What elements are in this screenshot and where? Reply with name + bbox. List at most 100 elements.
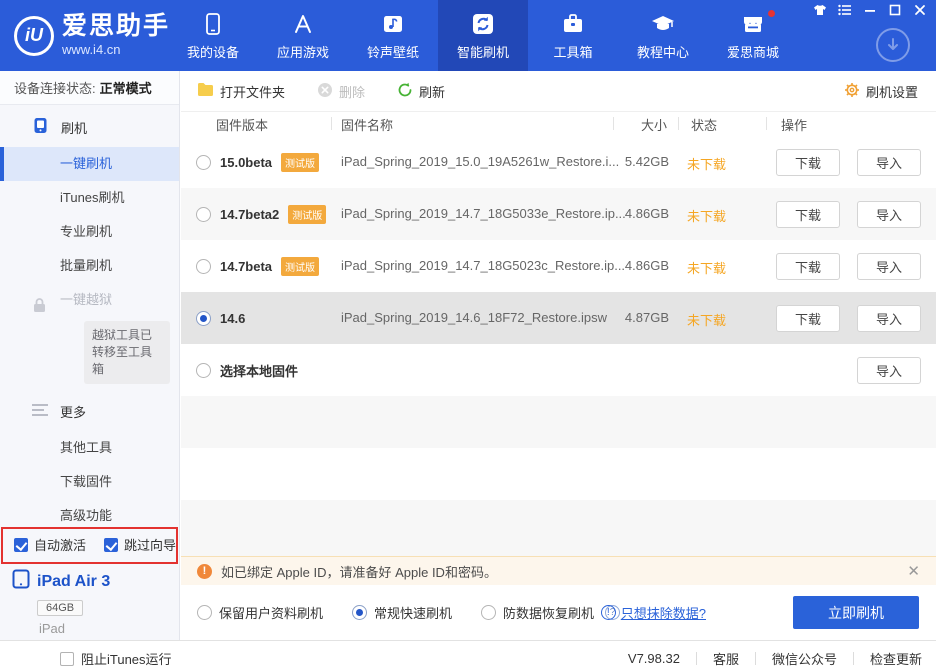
- auto-activate-checkbox[interactable]: 自动激活: [14, 535, 86, 554]
- firmware-status: 未下载: [687, 310, 726, 329]
- download-button[interactable]: 下载: [776, 149, 840, 176]
- checkbox-checked-icon: [104, 538, 118, 552]
- skip-setup-checkbox[interactable]: 跳过向导: [104, 535, 176, 554]
- download-button[interactable]: 下载: [776, 201, 840, 228]
- download-manager-button[interactable]: [876, 28, 910, 62]
- nav-smart-flash[interactable]: 智能刷机: [438, 0, 528, 71]
- skin-icon[interactable]: [812, 3, 828, 17]
- import-button[interactable]: 导入: [857, 149, 921, 176]
- sidebar-item-label: iTunes刷机: [60, 190, 125, 205]
- firmware-row: 14.7beta 测试版 iPad_Spring_2019_14.7_18G50…: [181, 240, 936, 292]
- sidebar-section-flash: 刷机: [0, 105, 179, 147]
- download-button[interactable]: 下载: [776, 305, 840, 332]
- sidebar-item-itunes-flash[interactable]: iTunes刷机: [0, 181, 179, 215]
- firmware-radio-selected[interactable]: [196, 311, 211, 326]
- device-name: iPad Air 3: [37, 573, 110, 591]
- nav-toolbox[interactable]: 工具箱: [528, 0, 618, 71]
- firmware-radio[interactable]: [196, 259, 211, 274]
- erase-data-link[interactable]: ! 只想抹除数据?: [601, 603, 706, 622]
- nav-label: 爱思商城: [727, 42, 779, 61]
- flash-settings-button[interactable]: 刷机设置: [844, 82, 918, 101]
- nav-apps-games[interactable]: 应用游戏: [258, 0, 348, 71]
- firmware-version: 14.6: [220, 311, 245, 326]
- smart-flash-icon: [470, 11, 496, 37]
- sidebar-item-batch-flash[interactable]: 批量刷机: [0, 249, 179, 283]
- main-panel: 打开文件夹 删除 刷新 刷机设置 固件版本 固件名称 大小 状态 操作: [181, 71, 936, 640]
- notice-close-icon[interactable]: ✕: [907, 562, 920, 580]
- sidebar-item-download-firmware[interactable]: 下载固件: [0, 465, 179, 499]
- connection-status-value: 正常模式: [100, 78, 152, 97]
- maximize-icon[interactable]: [887, 3, 903, 17]
- minimize-icon[interactable]: [862, 3, 878, 17]
- checkbox-unchecked-icon: [60, 652, 74, 666]
- block-itunes-checkbox[interactable]: 阻止iTunes运行: [60, 649, 172, 668]
- wechat-link[interactable]: 微信公众号: [772, 649, 837, 668]
- normal-fast-flash-radio[interactable]: 常规快速刷机: [352, 603, 452, 622]
- empty-stripe: [181, 396, 936, 448]
- nav-my-device[interactable]: 我的设备: [168, 0, 258, 71]
- firmware-radio[interactable]: [196, 155, 211, 170]
- nav-label: 我的设备: [187, 42, 239, 61]
- radio-selected-icon: [352, 605, 367, 620]
- firmware-filename: iPad_Spring_2019_14.7_18G5023c_Restore.i…: [341, 258, 625, 273]
- store-icon: [740, 11, 766, 37]
- app-url: www.i4.cn: [62, 42, 170, 57]
- device-capacity-badge: 64GB: [37, 600, 83, 616]
- import-button[interactable]: 导入: [857, 305, 921, 332]
- hamburger-icon: [32, 404, 48, 419]
- toolbox-icon: [560, 11, 586, 37]
- sidebar-item-one-click-flash[interactable]: 一键刷机: [0, 147, 179, 181]
- import-button[interactable]: 导入: [857, 253, 921, 280]
- keep-data-flash-radio[interactable]: 保留用户资料刷机: [197, 603, 323, 622]
- nav-store[interactable]: 爱思商城: [708, 0, 798, 71]
- sidebar-item-label: 高级功能: [60, 508, 112, 523]
- checkbox-label: 自动激活: [34, 535, 86, 554]
- ringtone-icon: [380, 11, 406, 37]
- jailbreak-moved-note: 越狱工具已转移至工具箱: [84, 321, 170, 384]
- delete-label: 删除: [339, 82, 365, 101]
- nav-label: 应用游戏: [277, 42, 329, 61]
- firmware-radio[interactable]: [196, 207, 211, 222]
- menu-icon[interactable]: [837, 3, 853, 17]
- sidebar-item-pro-flash[interactable]: 专业刷机: [0, 215, 179, 249]
- nav-label: 铃声壁纸: [367, 42, 419, 61]
- firmware-filename: iPad_Spring_2019_14.6_18F72_Restore.ipsw: [341, 310, 607, 325]
- nav-label: 工具箱: [553, 42, 592, 61]
- erase-link-text: 只想抹除数据?: [621, 603, 706, 622]
- refresh-icon: [397, 82, 413, 101]
- open-folder-button[interactable]: 打开文件夹: [197, 82, 285, 101]
- sidebar-item-label: 批量刷机: [60, 258, 112, 273]
- logo-i4-icon: iU: [14, 16, 54, 56]
- appstore-icon: [290, 11, 316, 37]
- import-button[interactable]: 导入: [857, 357, 921, 384]
- download-button[interactable]: 下载: [776, 253, 840, 280]
- connection-status-label: 设备连接状态:: [14, 78, 96, 97]
- refresh-button[interactable]: 刷新: [397, 82, 445, 101]
- flash-phone-icon: [32, 117, 49, 137]
- firmware-radio[interactable]: [196, 363, 211, 378]
- empty-stripe: [181, 500, 936, 556]
- refresh-label: 刷新: [419, 82, 445, 101]
- tutorial-icon: [650, 11, 676, 37]
- firmware-toolbar: 打开文件夹 删除 刷新 刷机设置: [181, 71, 936, 112]
- import-button[interactable]: 导入: [857, 201, 921, 228]
- block-itunes-label: 阻止iTunes运行: [81, 649, 172, 668]
- flash-now-button[interactable]: 立即刷机: [793, 596, 919, 629]
- sidebar-item-other-tools[interactable]: 其他工具: [0, 431, 179, 465]
- close-icon[interactable]: [912, 3, 928, 17]
- beta-badge: 测试版: [281, 153, 319, 172]
- check-update-link[interactable]: 检查更新: [870, 649, 922, 668]
- nav-tutorials[interactable]: 教程中心: [618, 0, 708, 71]
- app-header: iU 爱思助手 www.i4.cn 我的设备 应用游戏 铃声壁纸: [0, 0, 936, 71]
- status-bar: 阻止iTunes运行 V7.98.32 客服 微信公众号 检查更新: [0, 640, 936, 672]
- col-status: 状态: [691, 115, 717, 134]
- sidebar-section-label: 更多: [60, 402, 86, 421]
- anti-recovery-flash-radio[interactable]: 防数据恢复刷机 ?: [481, 603, 620, 622]
- firmware-status: 未下载: [687, 258, 726, 277]
- nav-ringtones[interactable]: 铃声壁纸: [348, 0, 438, 71]
- support-link[interactable]: 客服: [713, 649, 739, 668]
- firmware-status: 未下载: [687, 154, 726, 173]
- store-notification-dot: [767, 9, 776, 18]
- firmware-status: 未下载: [687, 206, 726, 225]
- info-icon: !: [601, 605, 616, 620]
